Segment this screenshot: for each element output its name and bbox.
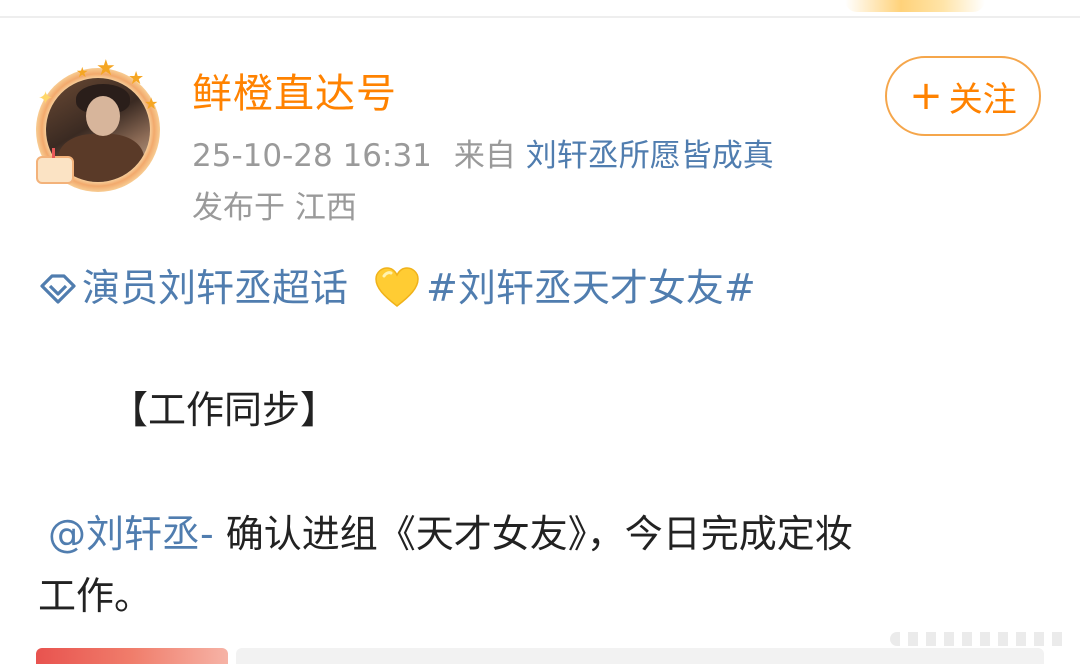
body-text-1: 确认进组《天才女友》，今日完成定妆 bbox=[213, 512, 853, 556]
watermark bbox=[890, 632, 1070, 646]
plus-icon: + bbox=[909, 73, 943, 119]
follow-button-label: 关注 bbox=[948, 79, 1017, 120]
topic-link[interactable]: 演员刘轩丞超话 bbox=[38, 264, 348, 312]
post-image-thumbnail[interactable] bbox=[36, 648, 228, 664]
post-image-strip[interactable] bbox=[236, 648, 1044, 664]
mention-link[interactable]: @刘轩丞- bbox=[48, 512, 214, 556]
sparkle-icon: ✦ bbox=[38, 88, 54, 109]
topic-line: 演员刘轩丞超话 #刘轩丞天才女友# bbox=[38, 264, 756, 312]
source-prefix: 来自 bbox=[453, 138, 516, 174]
cake-icon bbox=[36, 148, 74, 184]
username[interactable]: 鲜橙直达号 bbox=[192, 70, 397, 118]
section-title: 【工作同步】 bbox=[110, 388, 339, 432]
hashtag-link[interactable]: #刘轩丞天才女友# bbox=[426, 264, 756, 312]
star-icon: ★ bbox=[144, 94, 159, 113]
star-icon: ★ bbox=[128, 68, 145, 89]
star-icon: ★ bbox=[96, 56, 116, 81]
yellow-heart-icon bbox=[375, 267, 419, 307]
avatar[interactable]: ★ ★ ★ ★ ✦ bbox=[32, 56, 162, 192]
star-icon: ★ bbox=[76, 65, 89, 81]
post-location: 发布于 江西 bbox=[192, 190, 357, 226]
topic-label: 演员刘轩丞超话 bbox=[82, 266, 349, 310]
body-line-1: @刘轩丞- 确认进组《天才女友》，今日完成定妆 bbox=[48, 508, 853, 560]
top-divider bbox=[0, 16, 1080, 18]
body-line-2: 工作。 bbox=[38, 574, 153, 618]
diamond-icon bbox=[40, 274, 76, 304]
post-meta: 25-10-28 16:31 来自 刘轩丞所愿皆成真 bbox=[192, 136, 774, 176]
follow-button[interactable]: + 关注 bbox=[885, 56, 1041, 136]
header-decoration bbox=[845, 0, 985, 12]
source-link[interactable]: 刘轩丞所愿皆成真 bbox=[526, 138, 774, 174]
post-timestamp: 25-10-28 16:31 bbox=[192, 138, 432, 174]
